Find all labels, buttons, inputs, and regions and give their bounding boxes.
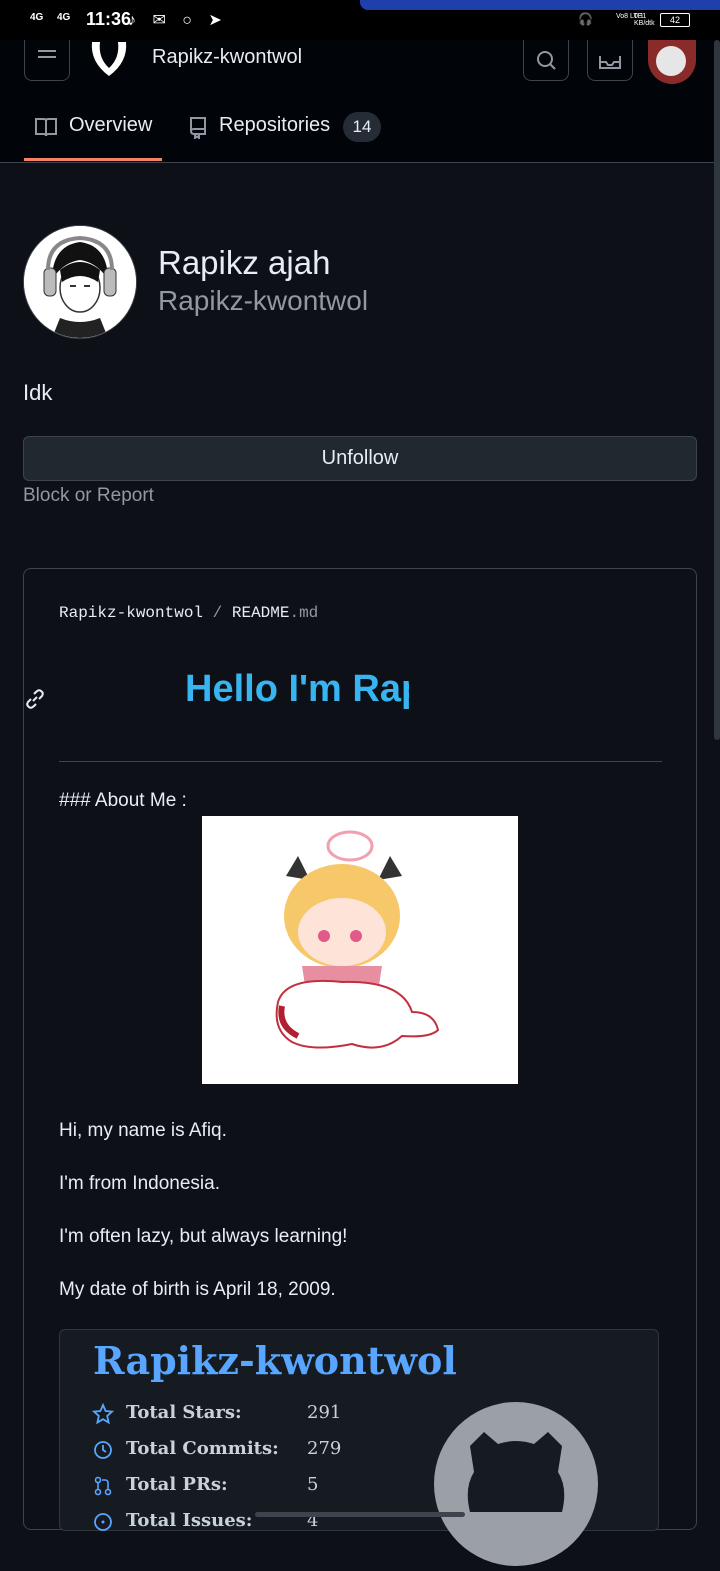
profile-bio: Idk — [23, 380, 53, 405]
inbox-button[interactable] — [587, 40, 633, 81]
readme-about-heading: ### About Me : — [59, 790, 187, 811]
stat-value-prs: 5 — [307, 1474, 319, 1495]
tab-overview-underline — [24, 158, 162, 161]
block-or-report-link[interactable]: Block or Report — [23, 485, 154, 507]
profile-avatar[interactable] — [23, 225, 137, 339]
gesture-home-bar[interactable] — [255, 1512, 465, 1517]
profile-login: Rapikz-kwontwol — [158, 285, 369, 316]
hamburger-icon — [38, 50, 56, 58]
github-octocat-icon — [434, 1402, 598, 1566]
readme-typing-banner: Hello I'm Rapikz — [185, 668, 409, 710]
repositories-count-badge: 14 — [343, 112, 381, 142]
readme-divider — [59, 761, 662, 762]
network-indicator-2: 4G — [57, 12, 71, 23]
status-time: 11:36 — [86, 9, 132, 29]
anchor-link-icon[interactable] — [24, 688, 46, 710]
tab-overview[interactable]: Overview — [69, 114, 152, 137]
notification-icons: ♪ ✉ ○ ➤ — [128, 12, 228, 29]
stat-label-prs: Total PRs: — [126, 1474, 228, 1495]
stat-value-stars: 291 — [307, 1402, 342, 1423]
stat-label-commits: Total Commits: — [126, 1438, 279, 1459]
readme-file-extension: .md — [289, 604, 319, 622]
pull-request-icon — [92, 1475, 114, 1497]
readme-paragraph: My date of birth is April 18, 2009. — [59, 1279, 336, 1300]
github-logo-icon[interactable] — [88, 40, 130, 78]
book-icon — [34, 116, 58, 138]
avatar — [656, 46, 686, 76]
search-icon — [537, 51, 556, 70]
unfollow-button[interactable]: Unfollow — [23, 436, 697, 481]
tab-repositories[interactable]: Repositories — [219, 114, 330, 137]
status-bar-indicator — [360, 0, 720, 10]
header-username[interactable]: Rapikz-kwontwol — [152, 46, 302, 69]
readme-paragraph: I'm often lazy, but always learning! — [59, 1226, 348, 1247]
stats-card-title: Rapikz-kwontwol — [93, 1338, 457, 1383]
profile-display-name: Rapikz ajah — [158, 244, 331, 281]
issue-icon — [92, 1511, 114, 1533]
readme-path-separator: / — [212, 604, 223, 622]
network-indicator-1: 4G — [30, 12, 44, 23]
battery-icon: 42 — [660, 13, 690, 27]
stat-value-commits: 279 — [307, 1438, 342, 1459]
repo-icon — [188, 115, 208, 140]
star-icon — [91, 1402, 115, 1425]
readme-paragraph: I'm from Indonesia. — [59, 1173, 220, 1194]
readme-paragraph: Hi, my name is Afiq. — [59, 1120, 227, 1141]
readme-path: Rapikz-kwontwol / README.md — [59, 604, 318, 622]
search-button[interactable] — [523, 40, 569, 81]
history-icon — [92, 1439, 114, 1461]
menu-button[interactable] — [24, 40, 70, 81]
scrollbar[interactable] — [714, 40, 720, 740]
stat-label-stars: Total Stars: — [126, 1402, 242, 1423]
readme-anime-gif — [202, 816, 518, 1084]
stat-label-issues: Total Issues: — [126, 1510, 253, 1531]
headphone-icon: 🎧 — [578, 12, 593, 26]
inbox-icon — [599, 56, 621, 69]
net-speed: 0.1 KB/dtk — [634, 13, 655, 27]
readme-owner-link[interactable]: Rapikz-kwontwol — [59, 604, 203, 622]
readme-file-name: README — [231, 604, 290, 622]
